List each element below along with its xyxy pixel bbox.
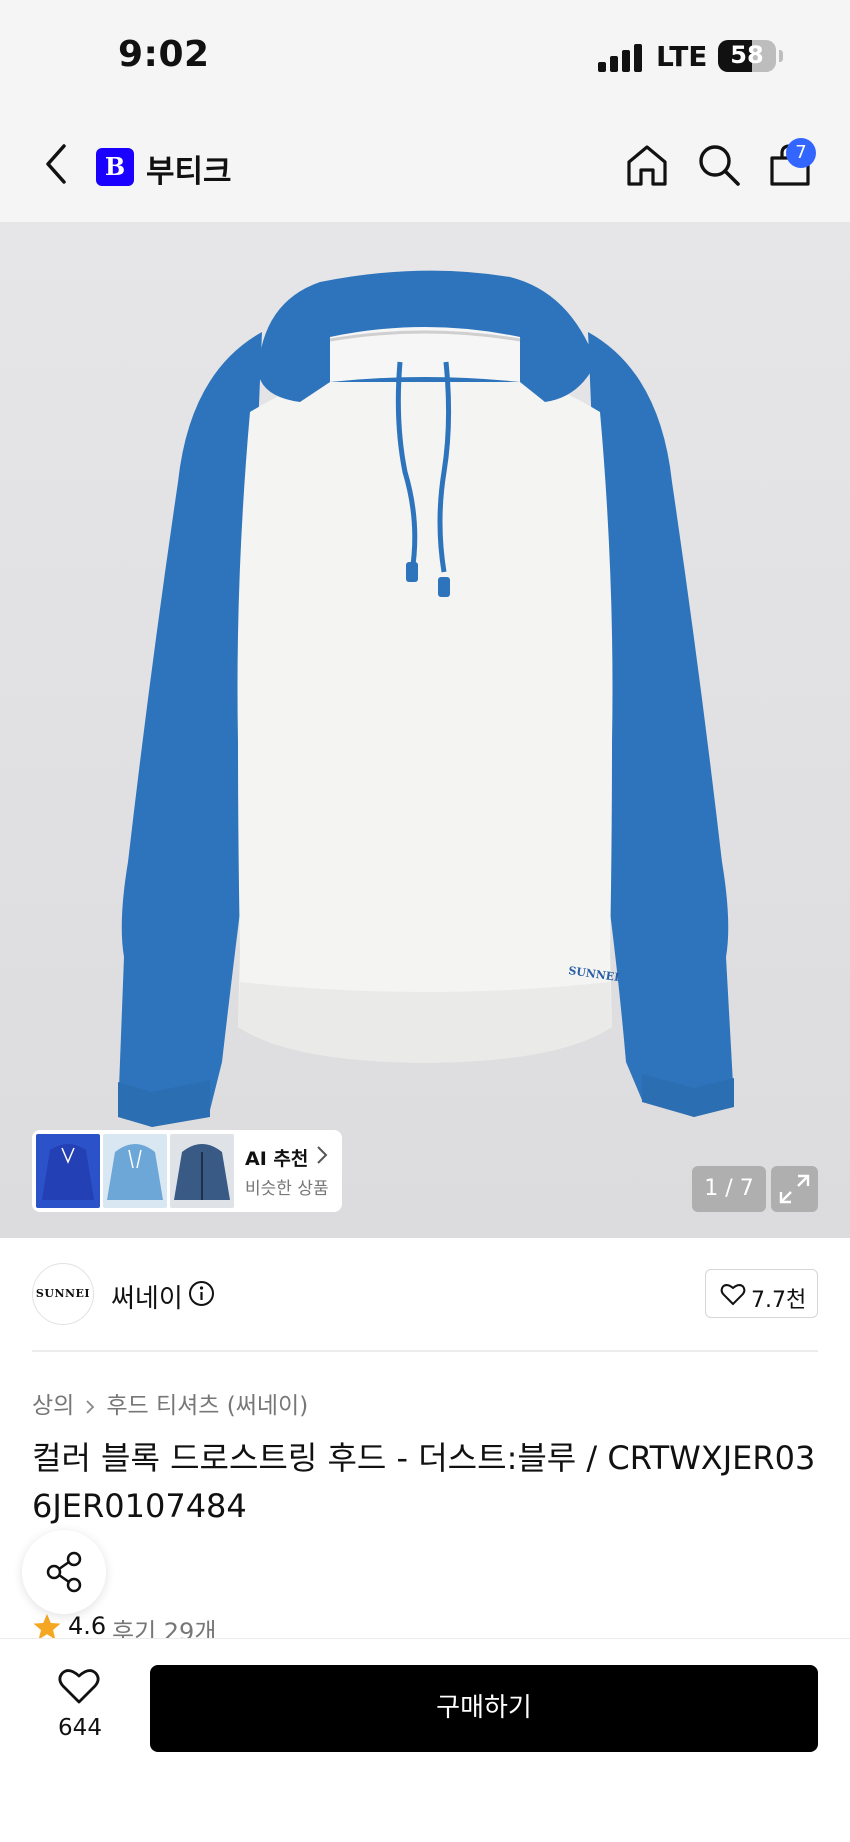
cellular-signal-icon <box>598 44 644 72</box>
image-page-indicator: 1 / 7 <box>692 1166 766 1212</box>
chevron-right-icon <box>86 1399 95 1414</box>
ai-recommendation-card[interactable]: AI 추천 비슷한 상품 <box>32 1130 342 1212</box>
similar-product-thumbnail[interactable] <box>103 1134 167 1208</box>
ai-recommendation-subtitle: 비슷한 상품 <box>245 1179 329 1199</box>
brand-like-button[interactable]: 7.7천 <box>705 1269 818 1318</box>
battery-tip <box>779 50 783 62</box>
ai-recommendation-title: AI 추천 <box>245 1148 309 1170</box>
status-bar: 9:02 LTE 58 <box>0 0 850 110</box>
buy-button[interactable]: 구매하기 <box>150 1665 818 1752</box>
product-title: 컬러 블록 드로스트링 후드 - 더스트:블루 / CRTWXJER036JER… <box>32 1439 816 1525</box>
breadcrumb: 상의 후드 티셔츠 (써네이) <box>32 1386 308 1420</box>
similar-product-thumbnail[interactable] <box>36 1134 100 1208</box>
heart-icon[interactable] <box>58 1667 100 1705</box>
boutique-logo: B <box>96 148 134 186</box>
bottom-action-bar: 644 구매하기 <box>0 1638 850 1842</box>
brand-name[interactable]: 써네이 <box>111 1278 183 1315</box>
product-image: SUNNEI <box>118 270 734 1127</box>
back-arrow-icon[interactable] <box>36 140 76 188</box>
top-nav-bar: B 부티크 7 <box>0 110 850 222</box>
search-icon[interactable] <box>696 142 742 188</box>
status-time: 9:02 <box>118 34 210 75</box>
battery-icon: 58 <box>718 40 776 72</box>
network-type: LTE <box>656 40 708 73</box>
cart-count-badge: 7 <box>786 138 816 168</box>
share-icon <box>46 1551 82 1593</box>
rating-value: 4.6 <box>68 1612 107 1640</box>
breadcrumb-subcategory[interactable]: 후드 티셔츠 (써네이) <box>106 1393 308 1419</box>
expand-icon[interactable] <box>771 1166 818 1212</box>
brand-like-count: 7.7천 <box>751 1288 807 1313</box>
similar-product-thumbnail[interactable] <box>170 1134 234 1208</box>
divider <box>32 1350 818 1352</box>
share-button[interactable] <box>22 1530 106 1614</box>
chevron-right-icon <box>317 1146 328 1164</box>
heart-icon <box>720 1284 746 1306</box>
home-icon[interactable] <box>624 142 670 188</box>
breadcrumb-category[interactable]: 상의 <box>32 1393 74 1419</box>
battery-level: 58 <box>730 41 764 69</box>
nav-title: 부티크 <box>146 154 232 190</box>
wishlist-count: 644 <box>58 1715 102 1741</box>
brand-logo[interactable]: SUNNEI <box>32 1263 94 1325</box>
product-image-carousel[interactable]: SUNNEI AI 추천 비슷한 상품 1 / 7 <box>0 222 850 1238</box>
info-icon[interactable] <box>188 1280 215 1307</box>
